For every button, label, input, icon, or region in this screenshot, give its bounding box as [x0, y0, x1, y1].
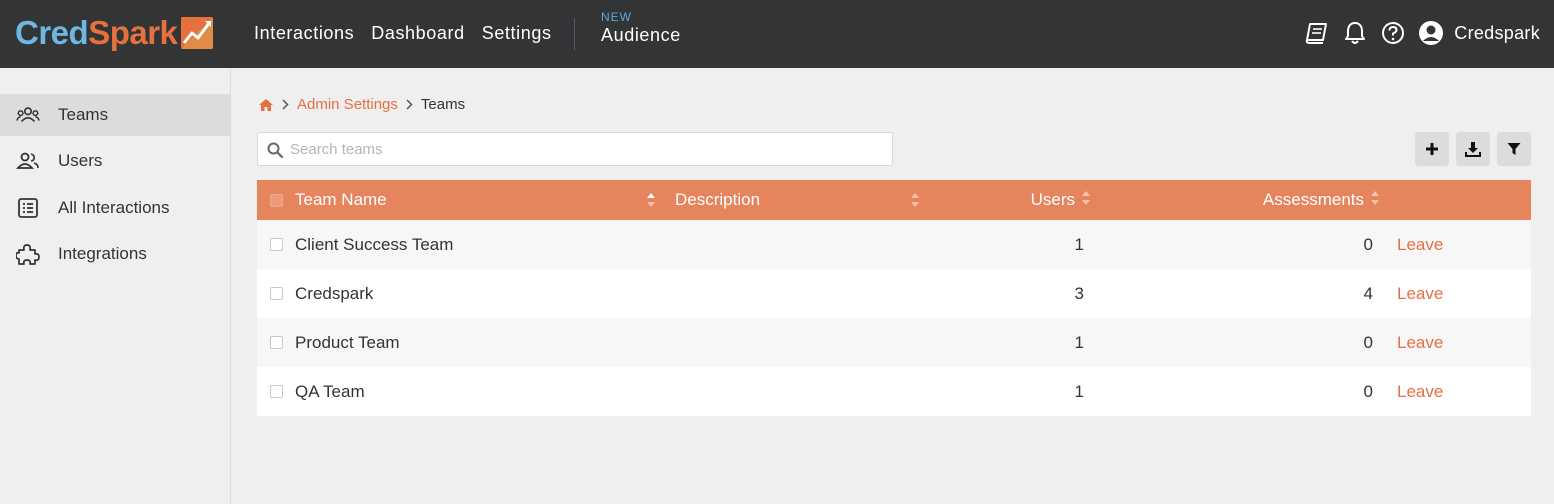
leave-link[interactable]: Leave	[1397, 367, 1443, 416]
column-header-team-name[interactable]: Team Name	[295, 180, 660, 220]
nav-settings[interactable]: Settings	[482, 23, 552, 44]
table-row: Client Success Team 1 0 Leave	[257, 220, 1531, 269]
nav-audience-label: Audience	[601, 25, 681, 45]
table-row: Product Team 1 0 Leave	[257, 318, 1531, 367]
sort-icon[interactable]	[1081, 190, 1091, 211]
teams-table: Team Name Description Users Assessments	[257, 180, 1531, 416]
leave-link[interactable]: Leave	[1397, 269, 1443, 318]
users-cell: 1	[1074, 381, 1084, 401]
sort-icon[interactable]	[646, 192, 656, 213]
select-all-checkbox[interactable]	[270, 180, 283, 220]
new-badge: NEW	[601, 10, 632, 24]
users-cell: 1	[1074, 234, 1084, 254]
user-avatar-icon[interactable]	[1418, 20, 1444, 46]
user-menu: Credspark	[1292, 20, 1540, 46]
puzzle-icon	[16, 243, 40, 265]
column-label: Team Name	[295, 190, 387, 209]
sort-icon[interactable]	[1370, 190, 1380, 211]
chevron-right-icon	[406, 97, 413, 113]
filter-icon	[1507, 142, 1521, 156]
nav-interactions[interactable]: Interactions	[254, 23, 354, 44]
credspark-logo[interactable]: Cred Spark	[15, 13, 214, 53]
nav-divider	[574, 18, 575, 50]
help-icon[interactable]	[1380, 20, 1406, 46]
list-icon	[16, 197, 40, 219]
team-name-cell[interactable]: Client Success Team	[295, 220, 453, 269]
main-nav: Interactions Dashboard Settings	[254, 23, 569, 44]
users-cell: 1	[1074, 332, 1084, 352]
assessments-cell: 0	[1363, 381, 1373, 401]
sidebar-item-label: Teams	[58, 105, 109, 124]
team-name-cell[interactable]: Product Team	[295, 318, 400, 367]
row-checkbox[interactable]	[270, 220, 283, 269]
chevron-right-icon	[282, 97, 289, 113]
breadcrumb-admin-settings[interactable]: Admin Settings	[297, 96, 398, 113]
logo-text-spark: Spark	[88, 14, 178, 51]
top-navbar: Cred Spark Interactions Dashboard Setting…	[0, 0, 1554, 68]
breadcrumb: Admin Settings Teams	[258, 96, 465, 113]
team-name-cell[interactable]: Credspark	[295, 269, 373, 318]
sidebar-item-users[interactable]: Users	[0, 140, 231, 182]
assessments-cell: 0	[1363, 332, 1373, 352]
table-body: Client Success Team 1 0 Leave Credspark …	[257, 220, 1531, 416]
spark-chart-icon	[181, 17, 214, 49]
column-header-users[interactable]: Users	[1027, 180, 1091, 220]
plus-icon	[1425, 142, 1439, 156]
sidebar: Teams Users All Interactions Integration…	[0, 68, 231, 504]
row-checkbox[interactable]	[270, 269, 283, 318]
sidebar-item-label: All Interactions	[58, 198, 170, 217]
teams-icon	[16, 104, 40, 126]
assessments-cell: 4	[1363, 283, 1373, 303]
table-row: Credspark 3 4 Leave	[257, 269, 1531, 318]
assessments-cell: 0	[1363, 234, 1373, 254]
sidebar-item-teams[interactable]: Teams	[0, 94, 231, 136]
nav-audience[interactable]: NEW Audience	[601, 10, 681, 46]
column-header-assessments[interactable]: Assessments	[1247, 180, 1380, 220]
home-icon[interactable]	[258, 98, 274, 112]
column-label: Assessments	[1262, 190, 1364, 209]
nav-dashboard[interactable]: Dashboard	[371, 23, 464, 44]
logo-text-cred: Cred	[15, 14, 89, 51]
row-checkbox[interactable]	[270, 318, 283, 367]
users-icon	[16, 150, 40, 172]
users-cell: 3	[1074, 283, 1084, 303]
download-icon	[1465, 141, 1481, 157]
table-row: QA Team 1 0 Leave	[257, 367, 1531, 416]
column-header-description[interactable]: Description	[675, 180, 920, 220]
sidebar-item-label: Integrations	[58, 244, 147, 263]
add-team-button[interactable]	[1415, 132, 1449, 166]
bell-icon[interactable]	[1342, 20, 1368, 46]
team-name-cell[interactable]: QA Team	[295, 367, 365, 416]
leave-link[interactable]: Leave	[1397, 318, 1443, 367]
sidebar-item-integrations[interactable]: Integrations	[0, 233, 231, 275]
sort-icon[interactable]	[910, 192, 920, 213]
column-label: Description	[675, 190, 761, 209]
sidebar-item-all-interactions[interactable]: All Interactions	[0, 187, 231, 229]
book-icon[interactable]	[1304, 20, 1330, 46]
sidebar-item-label: Users	[58, 151, 103, 170]
breadcrumb-current: Teams	[420, 96, 466, 113]
table-header: Team Name Description Users Assessments	[257, 180, 1531, 220]
username[interactable]: Credspark	[1454, 23, 1540, 44]
filter-button[interactable]	[1497, 132, 1531, 166]
download-button[interactable]	[1456, 132, 1490, 166]
search-icon	[267, 142, 284, 163]
search-box	[257, 132, 893, 166]
search-input[interactable]	[290, 133, 880, 165]
row-checkbox[interactable]	[270, 367, 283, 416]
leave-link[interactable]: Leave	[1397, 220, 1443, 269]
column-label: Users	[1030, 190, 1075, 209]
